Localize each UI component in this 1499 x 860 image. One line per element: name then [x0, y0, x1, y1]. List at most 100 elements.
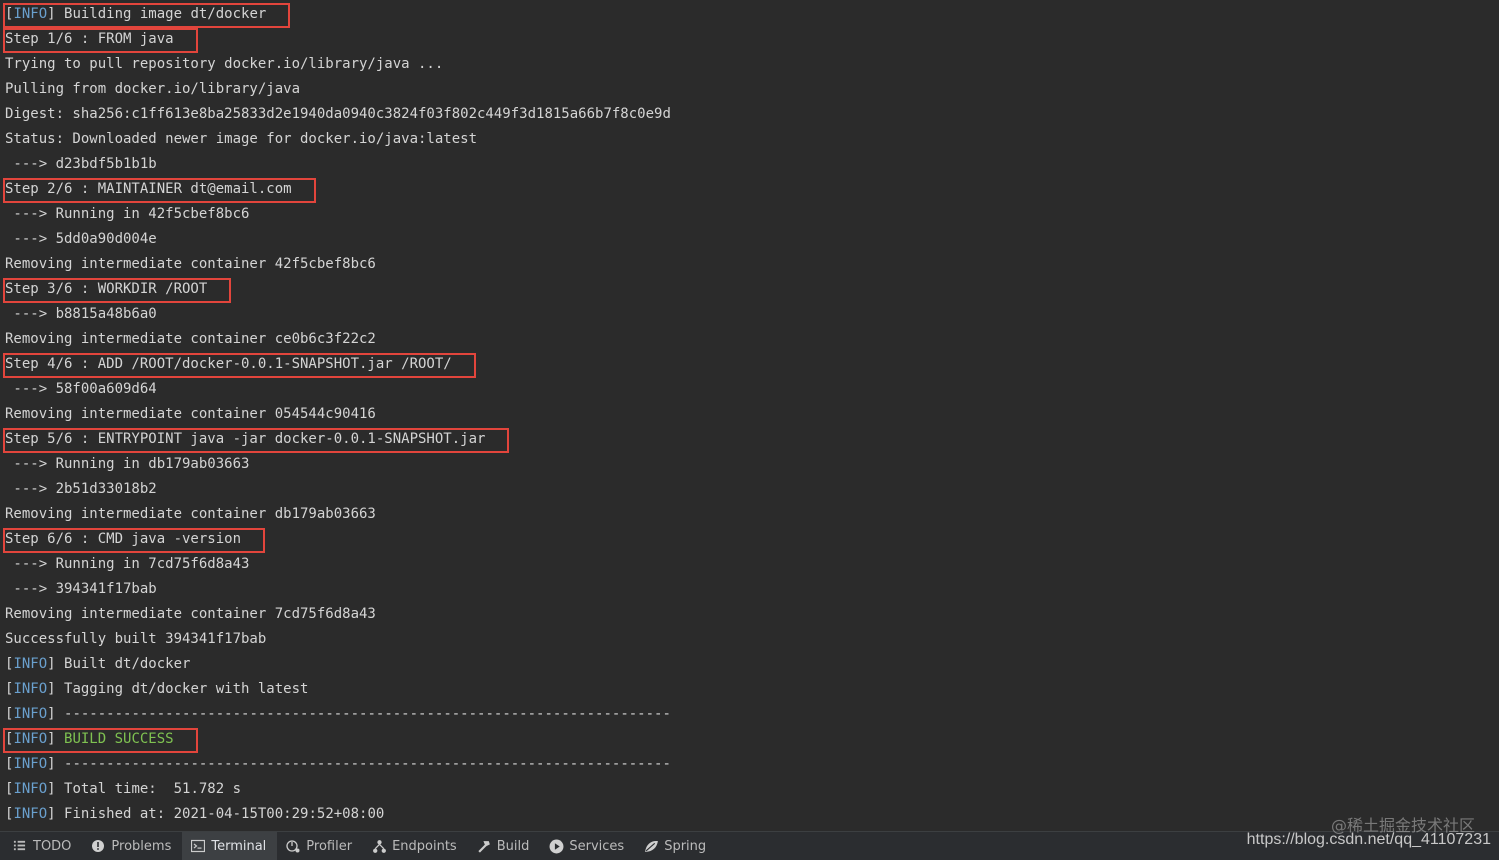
terminal-line: ---> 5dd0a90d004e	[5, 227, 671, 252]
terminal-line: ---> Running in db179ab03663	[5, 452, 671, 477]
line-text: ----------------------------------------…	[55, 756, 671, 772]
line-text: Step 4/6 : ADD /ROOT/docker-0.0.1-SNAPSH…	[5, 356, 452, 372]
line-text: Step 3/6 : WORKDIR /ROOT	[5, 281, 208, 297]
line-text: ---> 2b51d33018b2	[5, 481, 157, 497]
line-text: Step 5/6 : ENTRYPOINT java -jar docker-0…	[5, 431, 486, 447]
bracket-close: ]	[47, 781, 56, 797]
bracket-close: ]	[47, 656, 56, 672]
terminal-line: [INFO] ---------------------------------…	[5, 702, 671, 727]
line-text: BUILD SUCCESS	[55, 731, 174, 747]
line-text: ----------------------------------------…	[55, 706, 671, 722]
spring-leaf-icon	[644, 839, 659, 853]
terminal-line: Step 3/6 : WORKDIR /ROOT	[5, 277, 671, 302]
line-text: Removing intermediate container 42f5cbef…	[5, 256, 376, 272]
terminal-line: [INFO] Finished at: 2021-04-15T00:29:52+…	[5, 802, 671, 827]
tool-tab-profiler[interactable]: Profiler	[277, 832, 363, 860]
line-text: Trying to pull repository docker.io/libr…	[5, 56, 444, 72]
terminal-line: Step 2/6 : MAINTAINER dt@email.com	[5, 177, 671, 202]
terminal-line: Status: Downloaded newer image for docke…	[5, 127, 671, 152]
terminal-line: Removing intermediate container 42f5cbef…	[5, 252, 671, 277]
line-text: Tagging dt/docker with latest	[55, 681, 309, 697]
info-tag: INFO	[13, 806, 48, 822]
line-text: ---> 5dd0a90d004e	[5, 231, 157, 247]
tool-tab-label: Spring	[664, 838, 707, 854]
tool-tab-todo[interactable]: TODO	[4, 832, 82, 860]
terminal-line: Removing intermediate container ce0b6c3f…	[5, 327, 671, 352]
bracket-close: ]	[47, 681, 56, 697]
tool-tab-problems[interactable]: Problems	[82, 832, 182, 860]
tool-tab-build[interactable]: Build	[468, 832, 541, 860]
tool-tab-spring[interactable]: Spring	[635, 832, 717, 860]
line-text: ---> b8815a48b6a0	[5, 306, 157, 322]
tool-tab-label: Terminal	[211, 838, 267, 854]
line-text: Building image dt/docker	[55, 6, 267, 22]
tool-tab-terminal[interactable]: Terminal	[182, 832, 278, 860]
line-text: Removing intermediate container 7cd75f6d…	[5, 606, 376, 622]
line-text: Removing intermediate container db179ab0…	[5, 506, 376, 522]
bracket-close: ]	[47, 756, 56, 772]
line-text: Step 2/6 : MAINTAINER dt@email.com	[5, 181, 292, 197]
line-text: ---> 58f00a609d64	[5, 381, 157, 397]
tool-tab-label: Services	[569, 838, 625, 854]
terminal-line: [INFO] Tagging dt/docker with latest	[5, 677, 671, 702]
bracket-close: ]	[47, 706, 56, 722]
terminal-line: Step 6/6 : CMD java -version	[5, 527, 671, 552]
terminal-line: ---> 394341f17bab	[5, 577, 671, 602]
terminal-line: [INFO] Total time: 51.782 s	[5, 777, 671, 802]
terminal-line: ---> 2b51d33018b2	[5, 477, 671, 502]
bracket-close: ]	[47, 806, 56, 822]
terminal-line: ---> d23bdf5b1b1b	[5, 152, 671, 177]
line-text: Pulling from docker.io/library/java	[5, 81, 301, 97]
terminal-line: ---> Running in 42f5cbef8bc6	[5, 202, 671, 227]
tool-tab-label: Endpoints	[392, 838, 457, 854]
line-text: Step 1/6 : FROM java	[5, 31, 174, 47]
line-text: Total time: 51.782 s	[55, 781, 242, 797]
hammer-icon	[477, 839, 491, 853]
terminal-line: [INFO] Building image dt/docker	[5, 2, 671, 27]
terminal-line: Pulling from docker.io/library/java	[5, 77, 671, 102]
terminal-line: [INFO] Built dt/docker	[5, 652, 671, 677]
terminal-line: Step 5/6 : ENTRYPOINT java -jar docker-0…	[5, 427, 671, 452]
tool-tab-label: Problems	[111, 838, 172, 854]
info-tag: INFO	[13, 6, 48, 22]
line-text: Status: Downloaded newer image for docke…	[5, 131, 478, 147]
line-text: Digest: sha256:c1ff613e8ba25833d2e1940da…	[5, 106, 671, 122]
warning-circle-icon	[91, 839, 105, 853]
line-text: Removing intermediate container 054544c9…	[5, 406, 376, 422]
bracket-close: ]	[47, 731, 56, 747]
profiler-icon	[286, 839, 300, 853]
line-text: Built dt/docker	[55, 656, 191, 672]
terminal-line: ---> Running in 7cd75f6d8a43	[5, 552, 671, 577]
tool-tab-endpoints[interactable]: Endpoints	[363, 832, 468, 860]
terminal-line: ---> b8815a48b6a0	[5, 302, 671, 327]
line-text: Finished at: 2021-04-15T00:29:52+08:00	[55, 806, 385, 822]
tool-tab-label: Build	[496, 838, 530, 854]
line-text: Successfully built 394341f17bab	[5, 631, 267, 647]
list-icon	[13, 839, 27, 853]
info-tag: INFO	[13, 706, 48, 722]
line-text: Removing intermediate container ce0b6c3f…	[5, 331, 376, 347]
terminal-icon	[191, 839, 206, 853]
terminal-line: Successfully built 394341f17bab	[5, 627, 671, 652]
endpoints-icon	[372, 839, 387, 853]
info-tag: INFO	[13, 781, 48, 797]
info-tag: INFO	[13, 756, 48, 772]
play-circle-icon	[549, 839, 564, 854]
terminal-line: Step 4/6 : ADD /ROOT/docker-0.0.1-SNAPSH…	[5, 352, 671, 377]
info-tag: INFO	[13, 656, 48, 672]
tool-window-tabs: TODO Problems Terminal Profiler Endpoints Bui…	[4, 832, 717, 860]
terminal-line: ---> 58f00a609d64	[5, 377, 671, 402]
terminal-line: Trying to pull repository docker.io/libr…	[5, 52, 671, 77]
terminal-output: [INFO] Building image dt/docker Step 1/6 …	[5, 2, 671, 827]
tool-tab-services[interactable]: Services	[540, 832, 635, 860]
terminal-line: Digest: sha256:c1ff613e8ba25833d2e1940da…	[5, 102, 671, 127]
tool-tab-label: TODO	[33, 838, 72, 854]
terminal-line: Removing intermediate container db179ab0…	[5, 502, 671, 527]
bracket-close: ]	[47, 6, 56, 22]
source-url: https://blog.csdn.net/qq_41107231	[1246, 831, 1491, 848]
terminal-panel[interactable]: [INFO] Building image dt/docker Step 1/6 …	[0, 0, 1499, 831]
terminal-line: Removing intermediate container 054544c9…	[5, 402, 671, 427]
line-text: Step 6/6 : CMD java -version	[5, 531, 242, 547]
line-text: ---> Running in 42f5cbef8bc6	[5, 206, 250, 222]
terminal-line: Step 1/6 : FROM java	[5, 27, 671, 52]
